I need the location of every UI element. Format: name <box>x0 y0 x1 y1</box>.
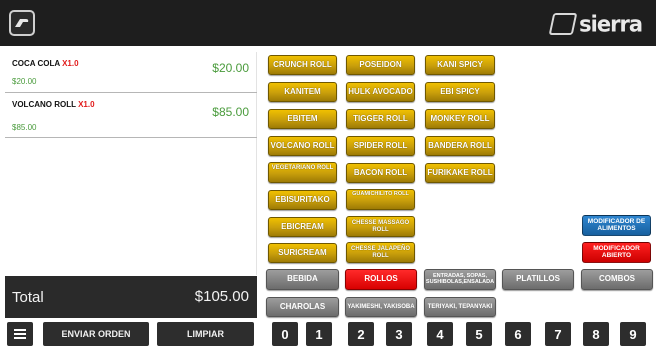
digit-3-button[interactable]: 3 <box>386 322 412 346</box>
product-button[interactable]: CRUNCH ROLL <box>268 55 337 75</box>
product-button[interactable]: KANI SPICY <box>425 55 495 75</box>
product-button[interactable]: FURIKAKE ROLL <box>425 163 495 183</box>
category-tab-entradas[interactable]: ENTRADAS, SOPAS, SUSHIBOLAS,ENSALADA <box>424 269 496 290</box>
product-button[interactable]: TIGGER ROLL <box>346 109 415 129</box>
product-button[interactable]: EBITEM <box>268 109 337 129</box>
brand-name: sierra <box>579 11 643 37</box>
product-button[interactable]: VOLCANO ROLL <box>268 136 337 156</box>
product-button[interactable]: EBICREAM <box>268 217 337 237</box>
product-button[interactable]: SPIDER ROLL <box>346 136 415 156</box>
order-item-name: COCA COLA X1.0 <box>12 59 79 68</box>
digit-7-button[interactable]: 7 <box>545 322 571 346</box>
order-item-qty: X1.0 <box>62 59 79 68</box>
brand-mark-icon <box>548 13 578 35</box>
product-button[interactable]: KANITEM <box>268 82 337 102</box>
product-button[interactable]: CHESSE MASSAGO ROLL <box>346 216 415 237</box>
product-button[interactable]: POSEIDON <box>346 55 415 75</box>
digit-5-button[interactable]: 5 <box>466 322 492 346</box>
brand-logo: sierra <box>548 11 643 37</box>
total-label: Total <box>12 289 44 306</box>
menu-icon[interactable] <box>7 322 33 346</box>
product-button[interactable]: GUAMICHILITO ROLL <box>346 189 415 210</box>
product-button[interactable]: CHESSE JALAPEÑO ROLL <box>346 242 415 263</box>
total-value: $105.00 <box>194 288 249 305</box>
category-tab-rollos[interactable]: ROLLOS <box>345 269 417 290</box>
digit-4-button[interactable]: 4 <box>427 322 453 346</box>
order-item-name: VOLCANO ROLL X1.0 <box>12 100 95 109</box>
product-button[interactable]: BANDERA ROLL <box>425 136 495 156</box>
category-tab-teriyaki[interactable]: TERIYAKI, TEPANYAKI <box>424 297 496 317</box>
product-button[interactable]: BACON ROLL <box>346 163 415 183</box>
app-logo-icon[interactable] <box>9 10 35 36</box>
digit-2-button[interactable]: 2 <box>348 322 374 346</box>
digit-8-button[interactable]: 8 <box>583 322 609 346</box>
digit-0-button[interactable]: 0 <box>272 322 298 346</box>
order-item-total: $20.00 <box>212 61 249 75</box>
category-tab-bebida[interactable]: BEBIDA <box>266 269 339 290</box>
category-tab-platillos[interactable]: PLATILLOS <box>502 269 574 290</box>
order-item-total: $85.00 <box>212 105 249 119</box>
digit-9-button[interactable]: 9 <box>620 322 646 346</box>
order-item[interactable]: COCA COLA X1.0 $20.00 $20.00 <box>5 52 257 93</box>
category-tab-yakimeshi[interactable]: YAKIMESHI, YAKISOBA <box>345 297 417 317</box>
order-item[interactable]: VOLCANO ROLL X1.0 $85.00 $85.00 <box>5 93 257 138</box>
digit-6-button[interactable]: 6 <box>505 322 531 346</box>
order-item-qty: X1.0 <box>78 100 95 109</box>
product-button[interactable]: EBI SPICY <box>425 82 495 102</box>
product-button[interactable]: EBISURITAKO <box>268 190 337 210</box>
product-button[interactable]: HULK AVOCADO <box>346 82 415 102</box>
food-modifier-button[interactable]: MODIFICADOR DE ALIMENTOS <box>582 215 651 236</box>
clear-button[interactable]: LIMPIAR <box>157 322 254 346</box>
product-button[interactable]: VEGETARIANO ROLL <box>268 162 337 183</box>
total-bar: Total $105.00 <box>5 276 257 318</box>
category-tab-charolas[interactable]: CHAROLAS <box>266 297 339 317</box>
open-modifier-button[interactable]: MODIFICADOR ABIERTO <box>582 242 651 263</box>
order-item-unit-price: $85.00 <box>12 123 37 132</box>
product-button[interactable]: MONKEY ROLL <box>425 109 495 129</box>
digit-1-button[interactable]: 1 <box>306 322 332 346</box>
product-button[interactable]: SURICREAM <box>268 243 337 263</box>
send-order-button[interactable]: ENVIAR ORDEN <box>43 322 149 346</box>
order-list: COCA COLA X1.0 $20.00 $20.00 VOLCANO ROL… <box>5 52 257 275</box>
order-item-unit-price: $20.00 <box>12 77 37 86</box>
category-tab-combos[interactable]: COMBOS <box>581 269 653 290</box>
